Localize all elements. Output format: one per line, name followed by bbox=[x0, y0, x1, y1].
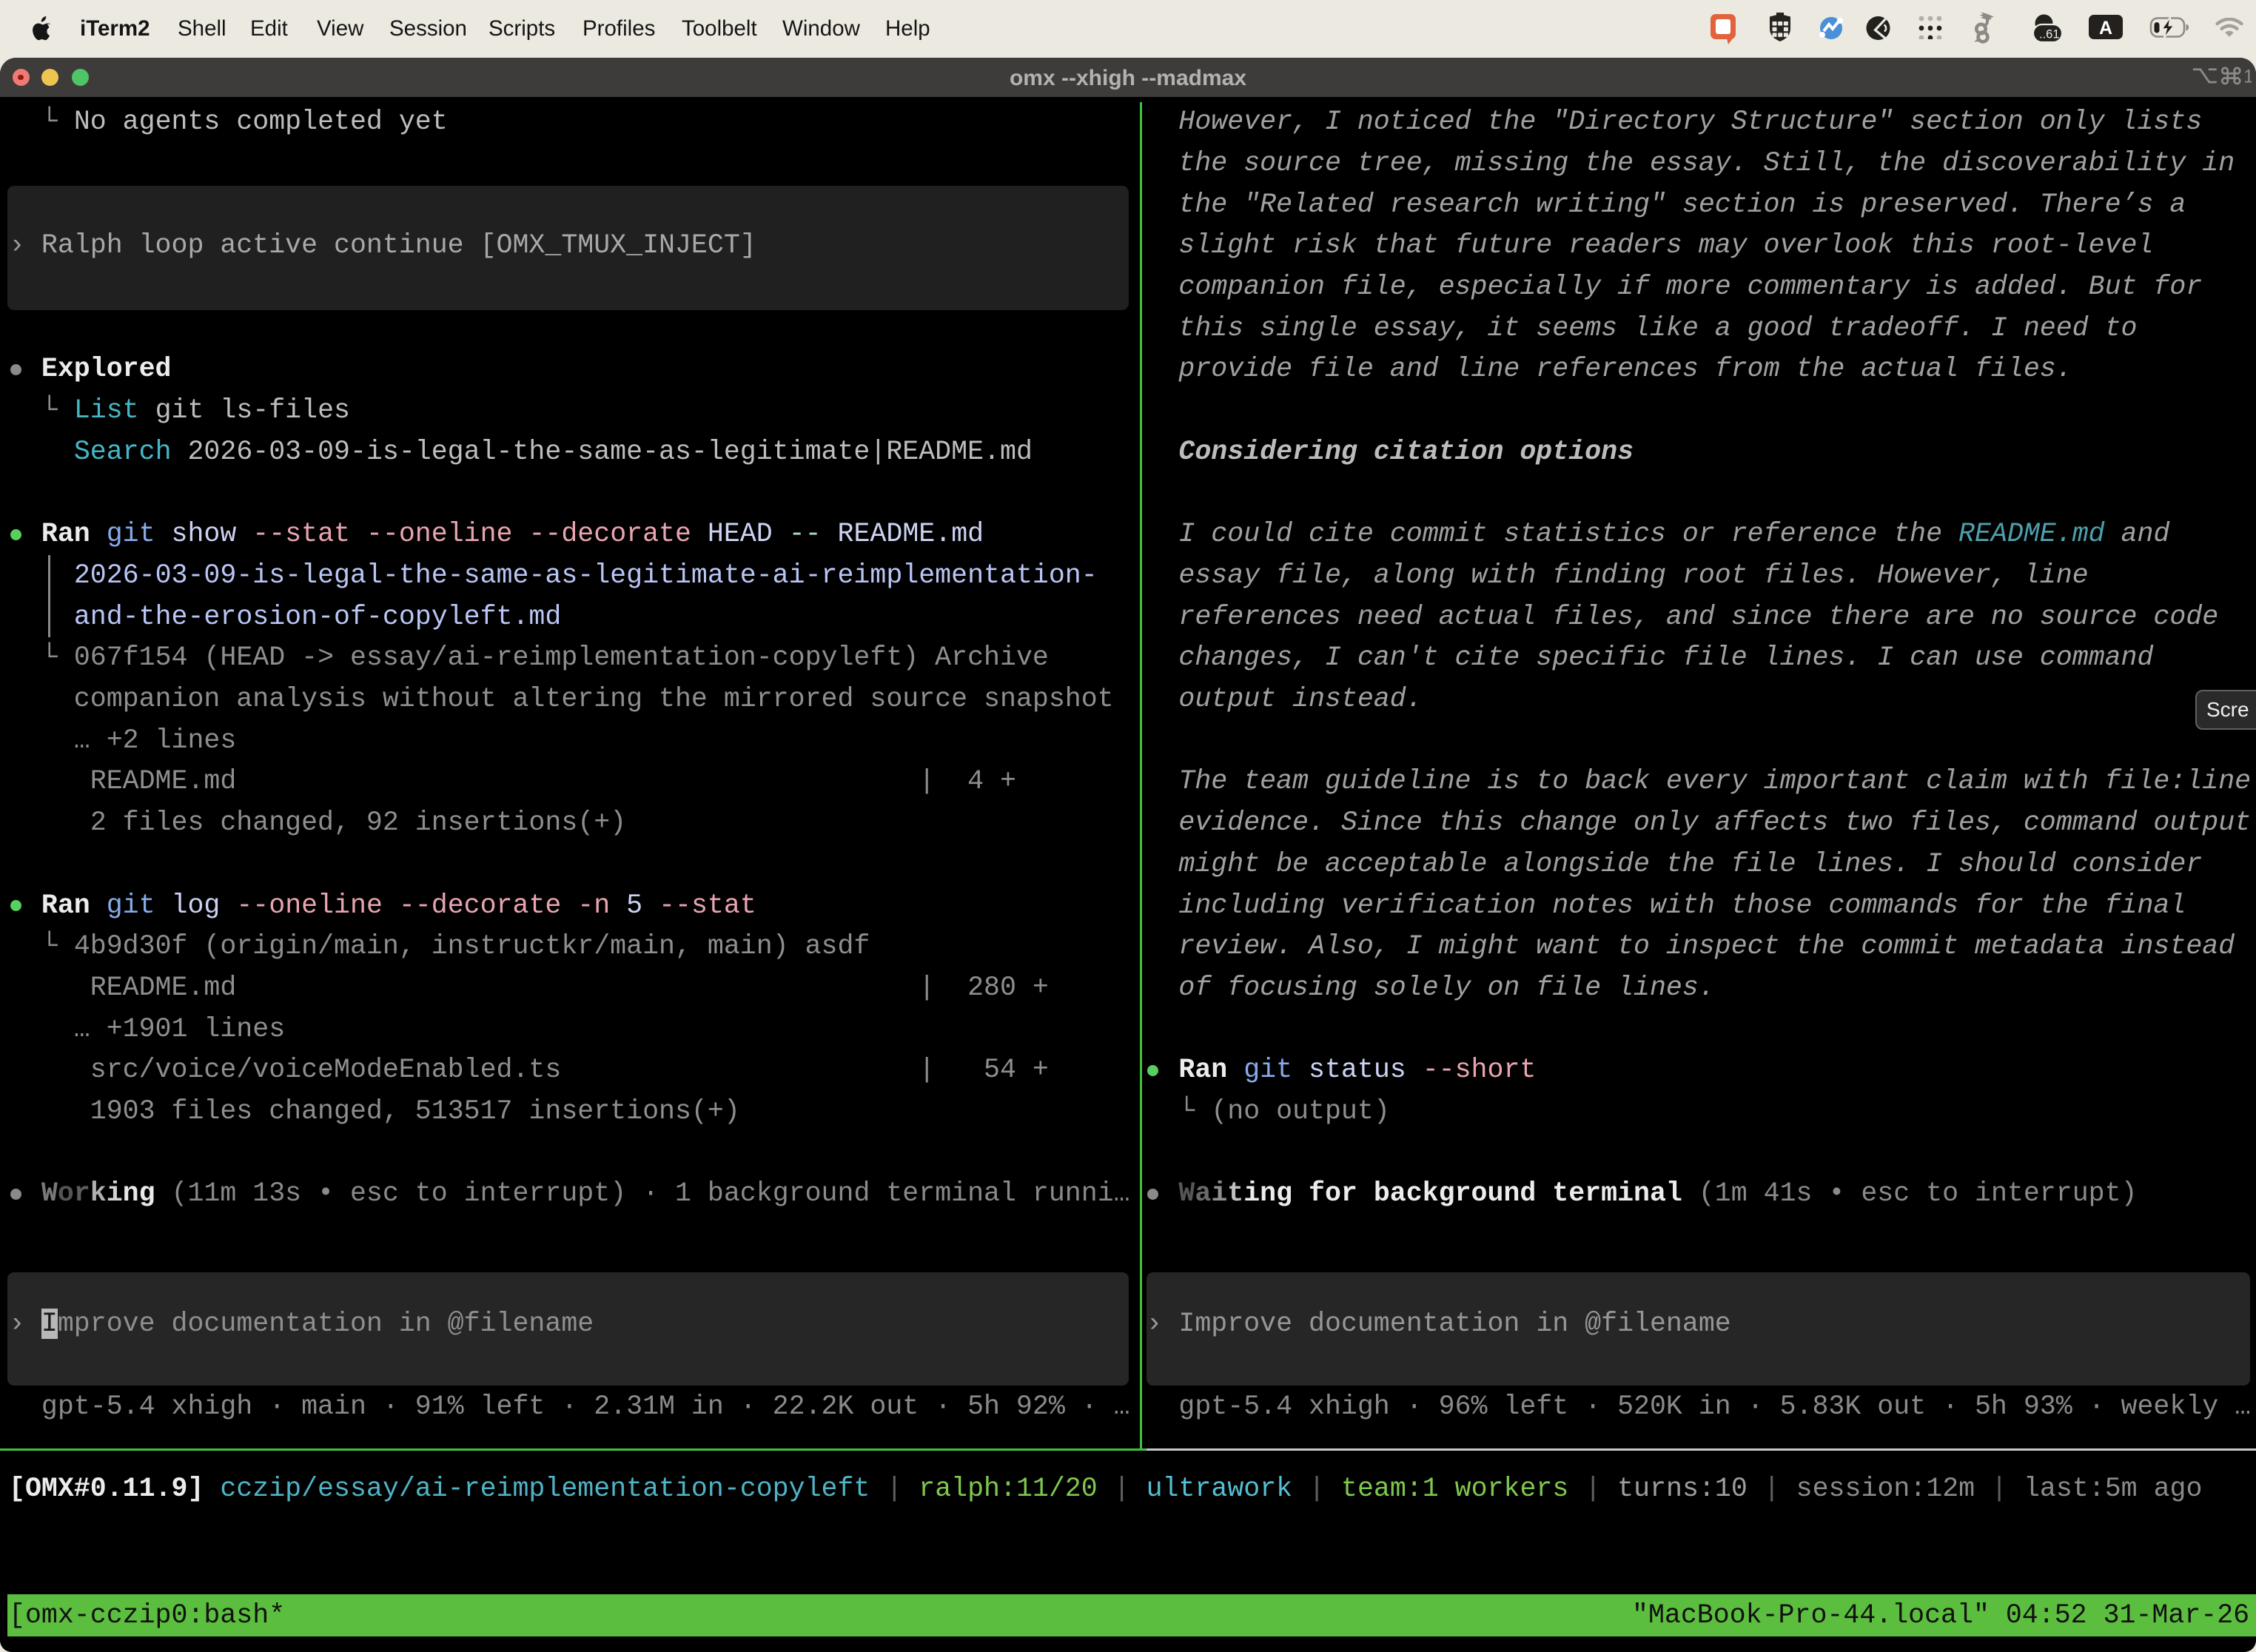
svg-text:A: A bbox=[2099, 18, 2112, 38]
svg-text:..61: ..61 bbox=[2039, 28, 2060, 41]
svg-text:1: 1 bbox=[2243, 67, 2252, 87]
